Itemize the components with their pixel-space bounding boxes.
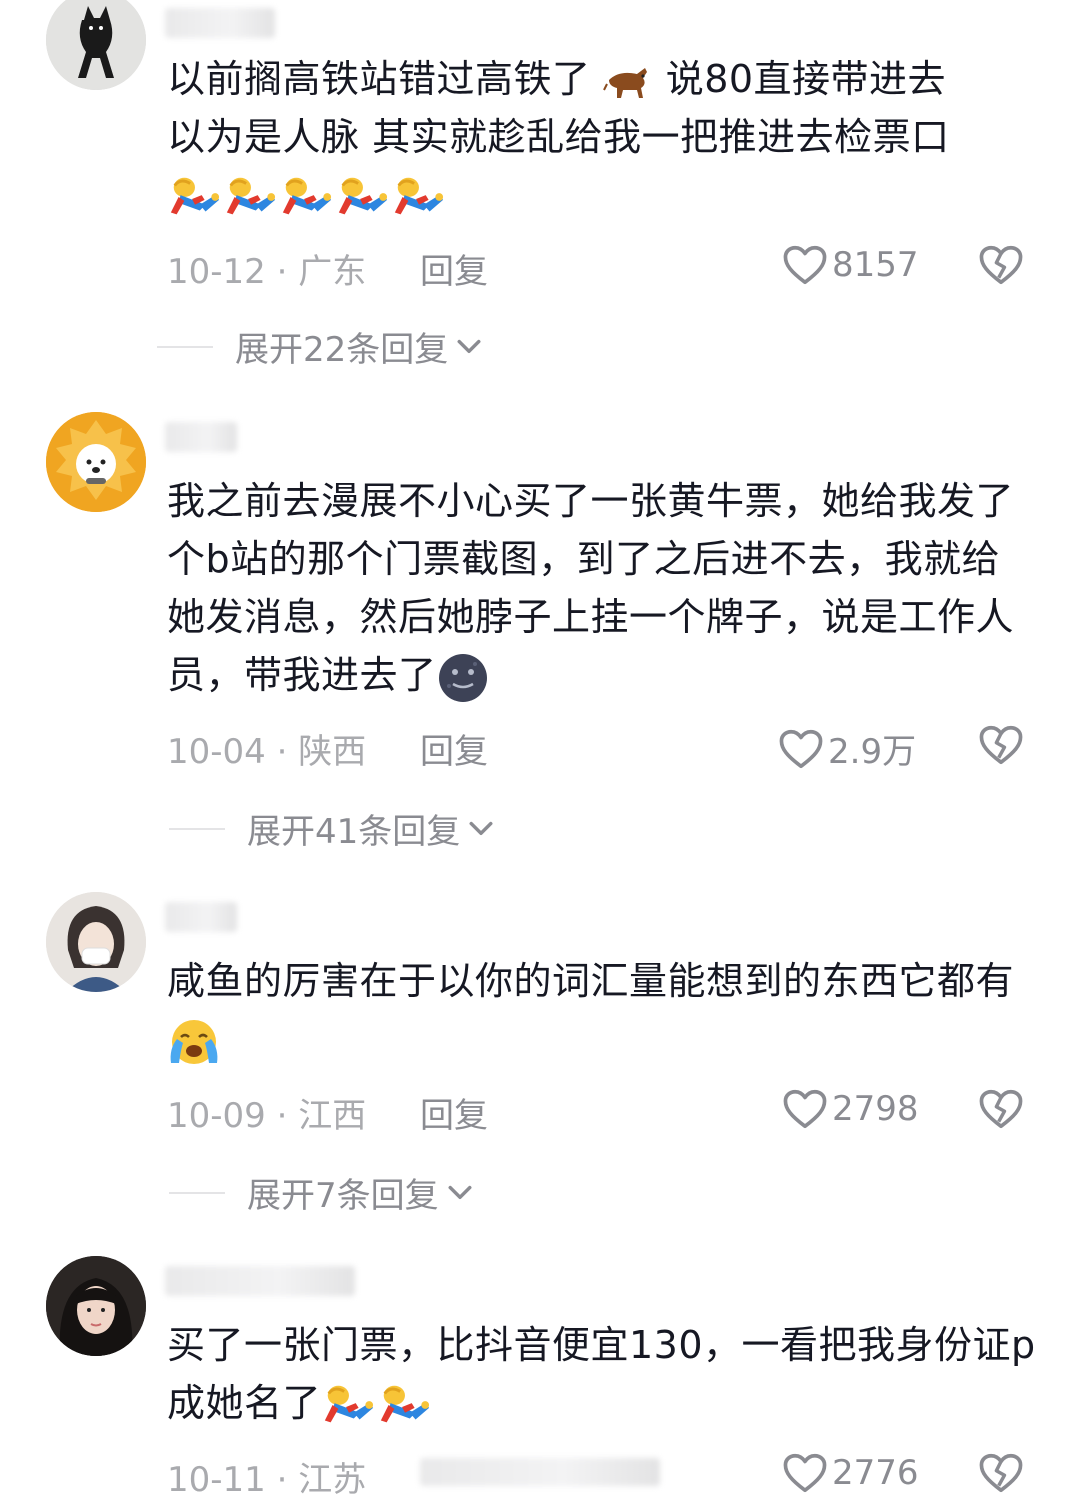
- like-count: 8157: [832, 245, 919, 285]
- comment-text: 以前搁高铁站错过高铁了 说80直接带进去 以为是人脉 其实就趁乱给我一把推进去检…: [167, 50, 1037, 224]
- chevron-down-icon: [447, 1184, 473, 1202]
- dislike-button[interactable]: [978, 724, 1024, 770]
- expand-replies-label: 展开7条回复: [247, 1176, 439, 1216]
- like-count: 2776: [832, 1453, 919, 1493]
- comment-text: 我之前去漫展不小心买了一张黄牛票，她给我发了个b站的那个门票截图，到了之后进不去…: [167, 472, 1037, 704]
- expand-replies-button[interactable]: 展开22条回复: [157, 322, 482, 371]
- comment-meta: 10-09 · 江西 回复: [167, 1088, 488, 1137]
- date-location: 10-11 · 江苏: [167, 1460, 367, 1500]
- broken-heart-icon: [978, 724, 1024, 766]
- broken-heart-icon: [978, 1088, 1024, 1130]
- like-count: 2.9万: [828, 732, 917, 772]
- comment-text: 买了一张门票，比抖音便宜130，一看把我身份证p成她名了: [167, 1316, 1037, 1432]
- broken-heart-icon: [978, 1452, 1024, 1494]
- avatar[interactable]: [46, 1256, 146, 1356]
- date-location: 10-12 · 广东: [167, 252, 367, 292]
- like-button[interactable]: 2.9万: [778, 724, 916, 773]
- comment-meta: 10-11 · 江苏: [167, 1452, 660, 1501]
- avatar[interactable]: [46, 892, 146, 992]
- dislike-button[interactable]: [978, 1088, 1024, 1134]
- date-location: 10-09 · 江西: [167, 1096, 367, 1136]
- like-button[interactable]: 2798: [782, 1088, 919, 1130]
- moon-face-emoji: [438, 653, 487, 702]
- running-person-emoji: [321, 1383, 431, 1429]
- expand-replies-button[interactable]: 展开7条回复: [169, 1168, 473, 1217]
- divider-line: [157, 345, 213, 348]
- dislike-button[interactable]: [978, 1452, 1024, 1498]
- comment-text: 咸鱼的厉害在于以你的词汇量能想到的东西它都有: [167, 952, 1037, 1068]
- expand-replies-label: 展开22条回复: [235, 330, 449, 370]
- like-count: 2798: [832, 1089, 919, 1129]
- like-button[interactable]: 2776: [782, 1452, 919, 1494]
- avatar[interactable]: [46, 0, 146, 90]
- chevron-down-icon: [456, 338, 482, 356]
- divider-line: [169, 827, 225, 830]
- avatar[interactable]: [46, 412, 146, 512]
- heart-icon: [778, 728, 824, 770]
- comment-meta: 10-04 · 陕西 回复: [167, 724, 488, 773]
- dislike-button[interactable]: [978, 244, 1024, 290]
- comment-meta: 10-12 · 广东 回复: [167, 244, 488, 293]
- username-blurred[interactable]: [165, 902, 237, 932]
- heart-icon: [782, 1088, 828, 1130]
- username-blurred[interactable]: [165, 8, 275, 38]
- expand-replies-label: 展开41条回复: [247, 812, 461, 852]
- date-location: 10-04 · 陕西: [167, 732, 367, 772]
- reply-button[interactable]: 回复: [420, 724, 488, 773]
- username-blurred[interactable]: [165, 422, 237, 452]
- reply-button[interactable]: 回复: [420, 1088, 488, 1137]
- username-blurred[interactable]: [165, 1266, 355, 1296]
- broken-heart-icon: [978, 244, 1024, 286]
- reply-button[interactable]: 回复: [420, 244, 488, 293]
- bull-emoji: [603, 67, 648, 98]
- divider-line: [169, 1191, 225, 1194]
- like-button[interactable]: 8157: [782, 244, 919, 286]
- heart-icon: [782, 244, 828, 286]
- heart-icon: [782, 1452, 828, 1494]
- crying-face-emoji: [170, 1019, 218, 1064]
- running-person-emoji: [167, 175, 445, 221]
- expand-replies-button[interactable]: 展开41条回复: [169, 804, 494, 853]
- chevron-down-icon: [468, 820, 494, 838]
- reply-button-blurred[interactable]: [420, 1458, 660, 1486]
